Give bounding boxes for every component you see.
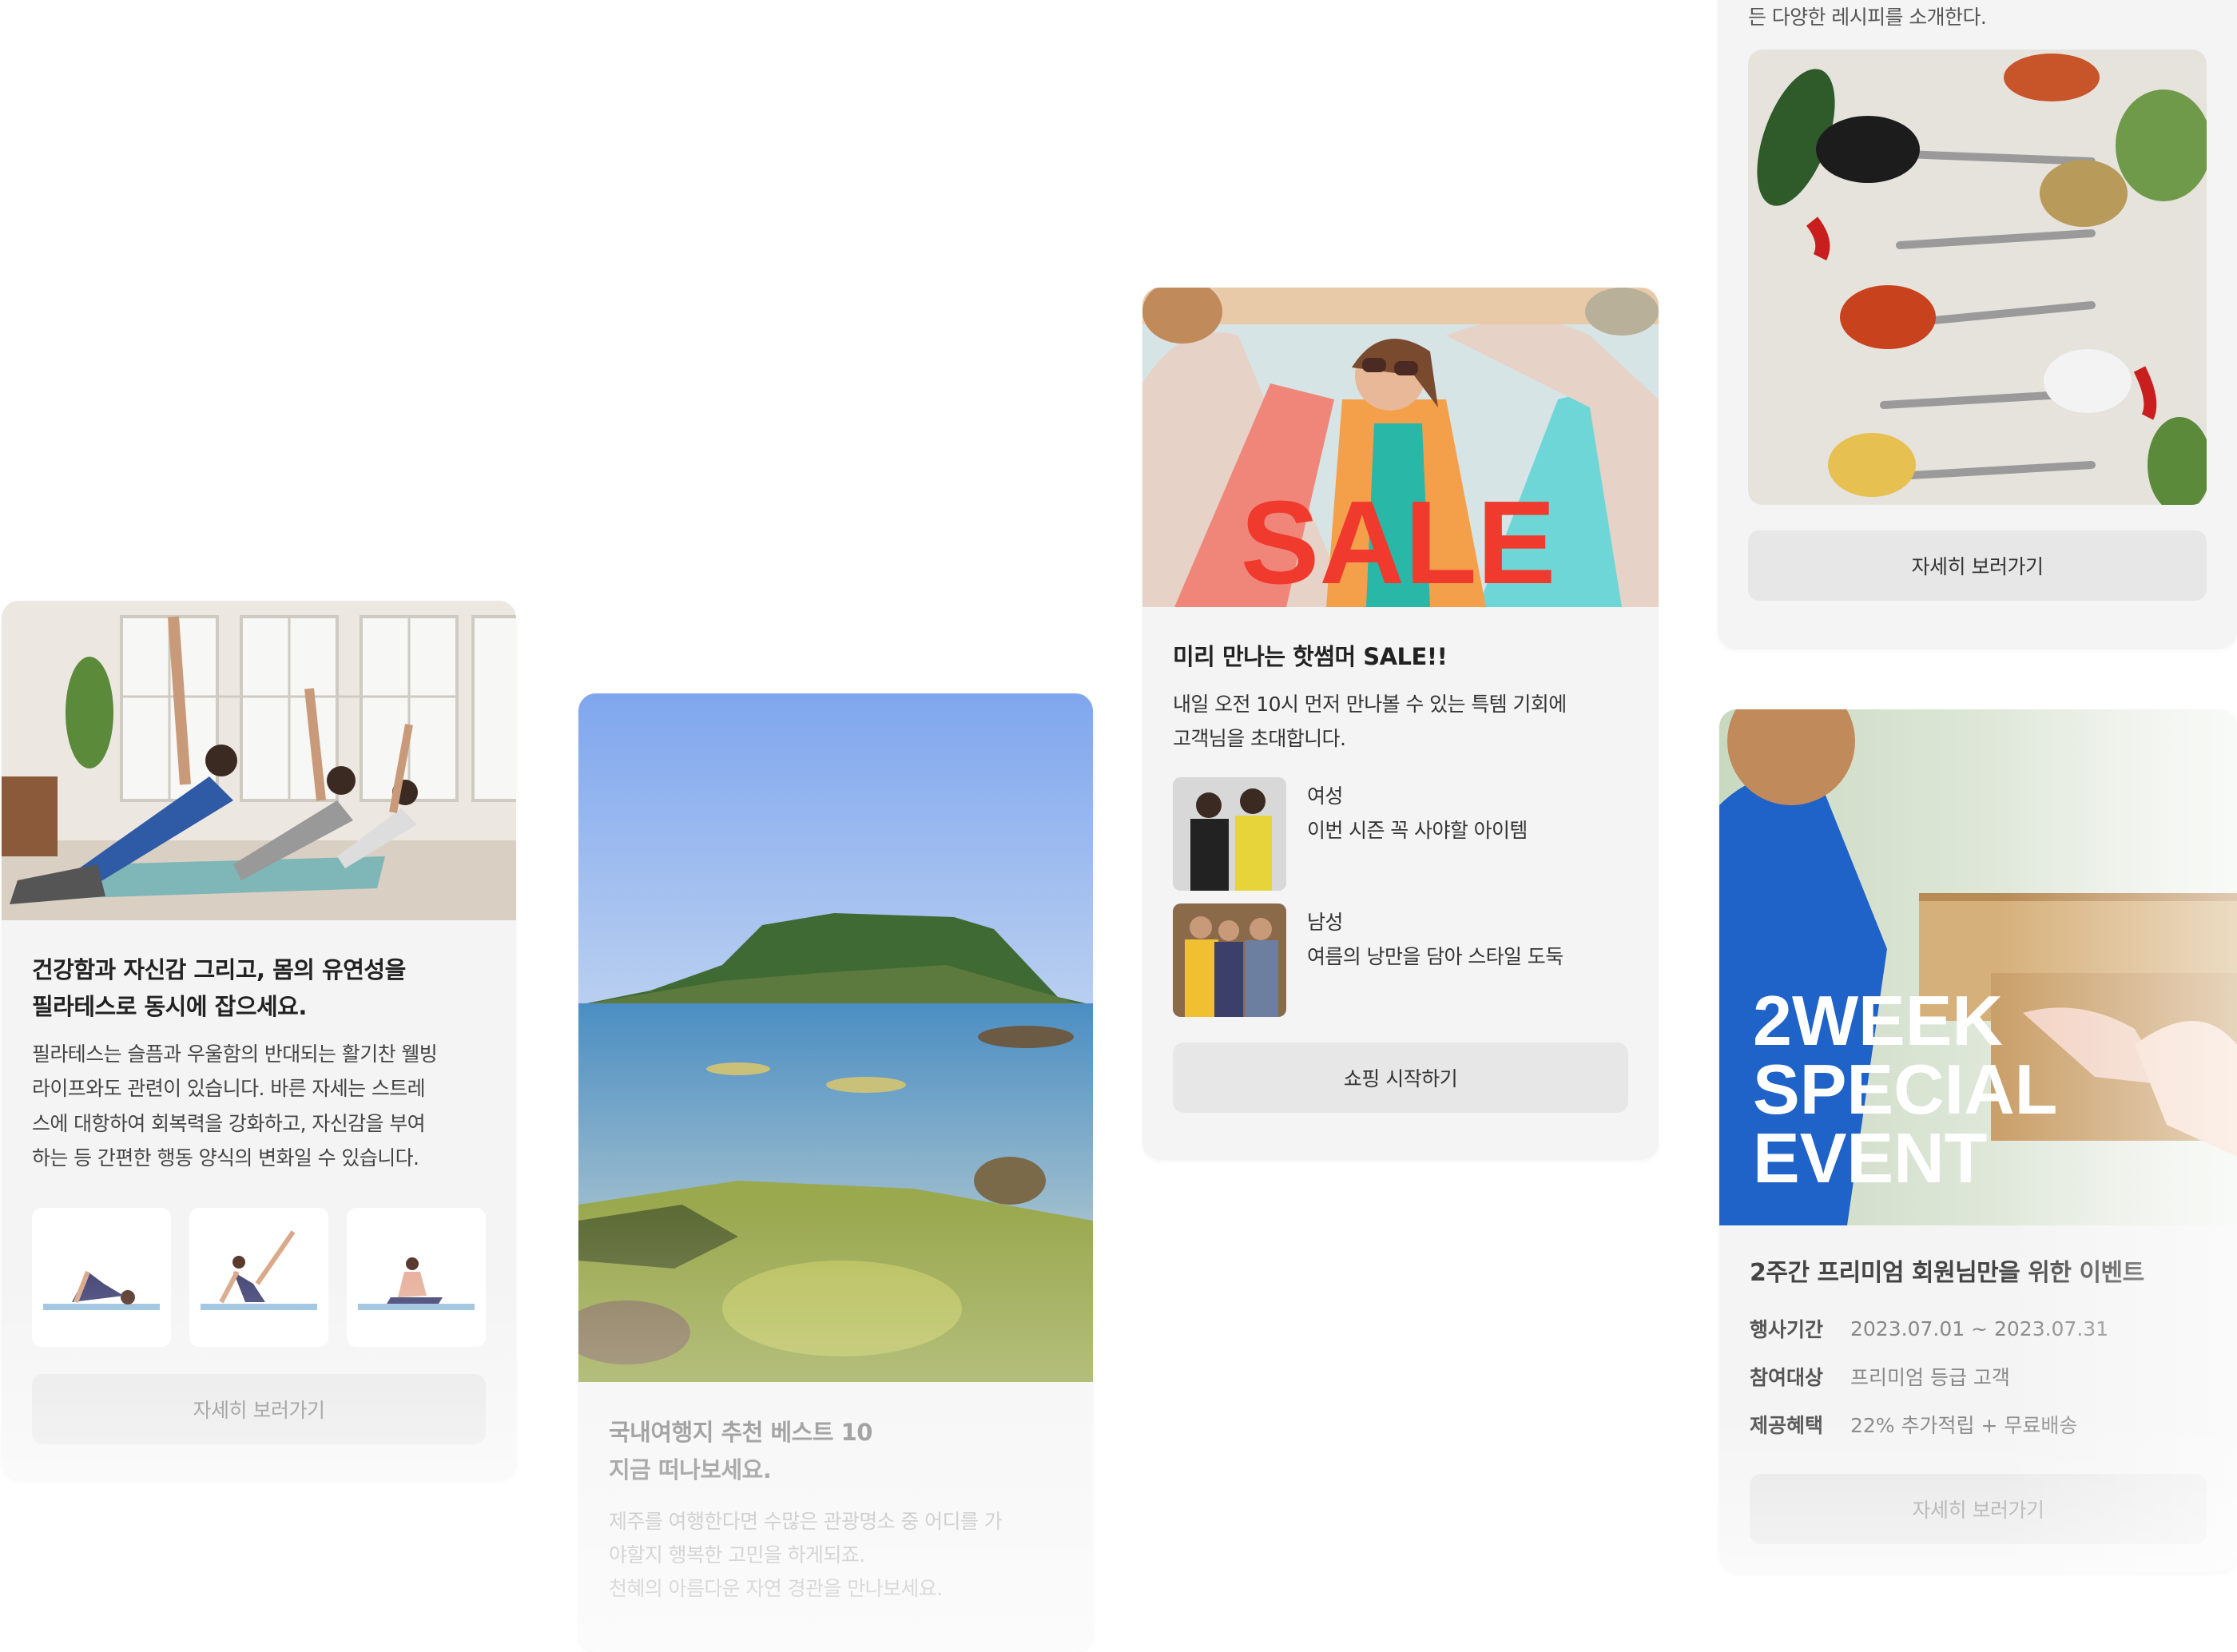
event-row-label: 행사기간: [1750, 1318, 1824, 1342]
event-row-label: 제공혜택: [1750, 1414, 1824, 1438]
sale-description: 내일 오전 10시 먼저 만나볼 수 있는 특템 기회에 고객님을 초대합니다.: [1173, 687, 1628, 757]
pilates-card: 건강함과 자신감 그리고, 몸의 유연성을 필라테스로 동시에 잡으세요. 필라…: [2, 601, 516, 1479]
recipe-card: 든 다양한 레시피를 소개한다. 자세히 보러가기: [1718, 0, 2237, 649]
event-row-target: 참여대상 프리미엄 등급 고객: [1750, 1352, 2207, 1400]
event-photo: 2WEEK SPECIAL EVENT: [1719, 709, 2237, 1225]
event-row-label: 참여대상: [1750, 1366, 1824, 1390]
travel-desc-line2: 야할지 행복한 고민을 하게되죠.: [609, 1543, 865, 1567]
event-row-value: 22% 추가적립 + 무료배송: [1850, 1414, 2078, 1438]
pose-thumbnail[interactable]: [32, 1207, 171, 1347]
pilates-desc-line3: 스에 대항하여 회복력을 강화하고, 자신감을 부여: [32, 1111, 426, 1135]
spices-photo: [1748, 49, 2207, 505]
travel-title-line2: 지금 떠나보세요.: [609, 1455, 772, 1483]
event-image-line3: EVENT: [1753, 1118, 1987, 1197]
event-image-line1: 2WEEK: [1753, 981, 2003, 1060]
travel-title-line1: 국내여행지 추천 베스트 10: [609, 1419, 872, 1446]
sale-item-women-sub: 이번 시즌 꼭 사야할 아이템: [1307, 819, 1528, 843]
event-row-value: 프리미엄 등급 고객: [1850, 1366, 2010, 1390]
sale-image-text: SALE: [1241, 477, 1556, 607]
pilates-description: 필라테스는 슬픔과 우울함의 반대되는 활기찬 웰빙 라이프와도 관련이 있습니…: [32, 1037, 486, 1176]
event-row-benefit: 제공혜택 22% 추가적립 + 무료배송: [1750, 1400, 2207, 1448]
start-shopping-button[interactable]: 쇼핑 시작하기: [1173, 1042, 1628, 1113]
sale-item-women[interactable]: 여성 이번 시즌 꼭 사야할 아이템: [1173, 776, 1628, 891]
pilates-title-line2: 필라테스로 동시에 잡으세요.: [32, 992, 307, 1020]
sale-card: SALE 미리 만나는 핫썸머 SALE!! 내일 오전 10시 먼저 만나볼 …: [1142, 288, 1659, 1160]
sale-desc-line1: 내일 오전 10시 먼저 만나볼 수 있는 특템 기회에: [1173, 692, 1567, 716]
pose-thumbnail[interactable]: [189, 1207, 328, 1347]
travel-card: 국내여행지 추천 베스트 10 지금 떠나보세요. 제주를 여행한다면 수많은 …: [578, 693, 1093, 1652]
sale-item-men-label: 남성: [1307, 910, 1343, 934]
pilates-desc-line4: 하는 등 간편한 행동 양식의 변화일 수 있습니다.: [32, 1146, 419, 1170]
travel-desc-line3: 천혜의 아름다운 자연 경관을 만나보세요.: [609, 1576, 943, 1600]
pilates-title-line1: 건강함과 자신감 그리고, 몸의 유연성을: [32, 956, 406, 983]
pilates-desc-line1: 필라테스는 슬픔과 우울함의 반대되는 활기찬 웰빙: [32, 1042, 438, 1066]
event-row-value: 2023.07.01 ~ 2023.07.31: [1850, 1316, 2109, 1340]
pose-thumbnails: [32, 1207, 486, 1347]
event-detail-button[interactable]: 자세히 보러가기: [1750, 1474, 2207, 1545]
sale-item-men-sub: 여름의 낭만을 담아 스타일 도둑: [1307, 945, 1564, 969]
sale-desc-line2: 고객님을 초대합니다.: [1173, 727, 1346, 751]
event-title: 2주간 프리미엄 회원님만을 위한 이벤트: [1750, 1259, 2144, 1287]
jeju-photo: [578, 693, 1093, 1382]
sale-item-men[interactable]: 남성 여름의 낭만을 담아 스타일 도둑: [1173, 903, 1628, 1017]
pilates-desc-line2: 라이프와도 관련이 있습니다. 바른 자세는 스트레: [32, 1077, 426, 1101]
recipe-description: 든 다양한 레시피를 소개한다.: [1748, 6, 1987, 29]
women-thumbnail: [1173, 776, 1286, 891]
recipe-detail-button[interactable]: 자세히 보러가기: [1748, 530, 2207, 601]
travel-desc-line1: 제주를 여행한다면 수많은 관광명소 중 어디를 가: [609, 1509, 1003, 1533]
event-image-line2: SPECIAL: [1753, 1050, 2057, 1129]
sale-photo: SALE: [1142, 288, 1659, 607]
pilates-detail-button[interactable]: 자세히 보러가기: [32, 1373, 486, 1444]
pilates-photo: [2, 601, 516, 920]
event-info-table: 행사기간 2023.07.01 ~ 2023.07.31 참여대상 프리미엄 등…: [1750, 1305, 2207, 1448]
event-row-period: 행사기간 2023.07.01 ~ 2023.07.31: [1750, 1305, 2207, 1352]
travel-description: 제주를 여행한다면 수많은 관광명소 중 어디를 가 야할지 행복한 고민을 하…: [609, 1505, 1063, 1606]
sale-item-women-label: 여성: [1307, 784, 1343, 808]
sale-title: 미리 만나는 핫썸머 SALE!!: [1173, 643, 1448, 670]
men-thumbnail: [1173, 903, 1286, 1017]
travel-title: 국내여행지 추천 베스트 10 지금 떠나보세요.: [609, 1414, 1063, 1489]
pose-thumbnail[interactable]: [347, 1207, 486, 1347]
pilates-title: 건강함과 자신감 그리고, 몸의 유연성을 필라테스로 동시에 잡으세요.: [32, 952, 486, 1026]
event-card: 2WEEK SPECIAL EVENT 2주간 프리미엄 회원님만을 위한 이벤…: [1719, 709, 2237, 1572]
